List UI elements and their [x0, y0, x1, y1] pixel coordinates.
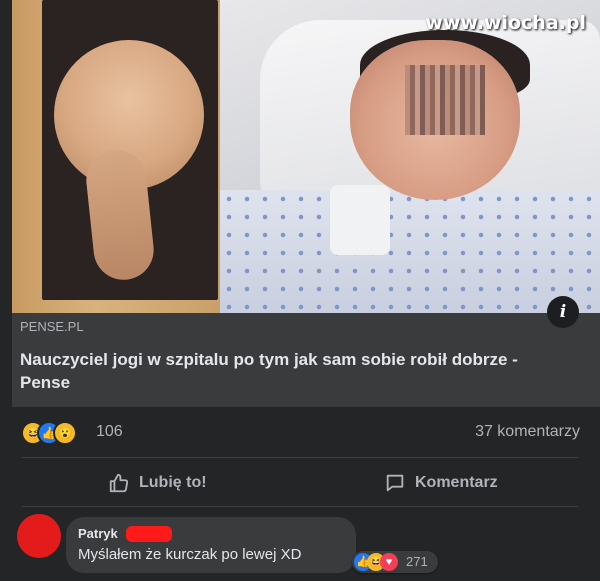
- comment-icon: [386, 474, 404, 492]
- reactions-summary: 😆 👍 😮 106 37 komentarzy: [0, 407, 600, 457]
- link-domain: PENSE.PL: [20, 319, 84, 334]
- name-redaction: [126, 526, 172, 542]
- comment-reactions[interactable]: 👍 😆 ♥ 271: [352, 551, 438, 573]
- comment-label: Komentarz: [415, 474, 498, 491]
- divider: [22, 506, 578, 507]
- info-icon[interactable]: i: [547, 296, 579, 328]
- love-icon: ♥: [380, 553, 398, 571]
- yoga-photo: [12, 0, 220, 313]
- link-preview[interactable]: PENSE.PL Nauczyciel jogi w szpitalu po t…: [12, 313, 600, 407]
- face-pixelation: [405, 65, 485, 135]
- comment-reaction-count: 271: [406, 554, 428, 569]
- comment-text: Myślałem że kurczak po lewej XD: [78, 546, 302, 563]
- tracheostomy-tube: [330, 185, 390, 255]
- avatar[interactable]: [17, 514, 61, 558]
- comment-button[interactable]: Komentarz: [384, 468, 498, 498]
- post-image[interactable]: www.wiocha.pl: [12, 0, 600, 313]
- reaction-icons[interactable]: 😆 👍 😮: [21, 421, 91, 445]
- watermark: www.wiocha.pl: [425, 12, 586, 34]
- like-label: Lubię to!: [139, 474, 207, 491]
- comment-author[interactable]: Patryk: [78, 526, 118, 541]
- comment-bubble: Patryk Myślałem że kurczak po lewej XD: [66, 517, 356, 573]
- like-button[interactable]: Lubię to!: [108, 468, 207, 498]
- hospital-gown: [220, 190, 600, 313]
- link-title[interactable]: Nauczyciel jogi w szpitalu po tym jak sa…: [20, 348, 540, 394]
- reaction-count[interactable]: 106: [96, 423, 123, 441]
- thumbs-up-icon: [109, 473, 129, 493]
- divider: [22, 457, 578, 458]
- comment-count[interactable]: 37 komentarzy: [475, 423, 580, 441]
- hospital-photo: [220, 0, 600, 313]
- wow-icon: 😮: [53, 421, 77, 445]
